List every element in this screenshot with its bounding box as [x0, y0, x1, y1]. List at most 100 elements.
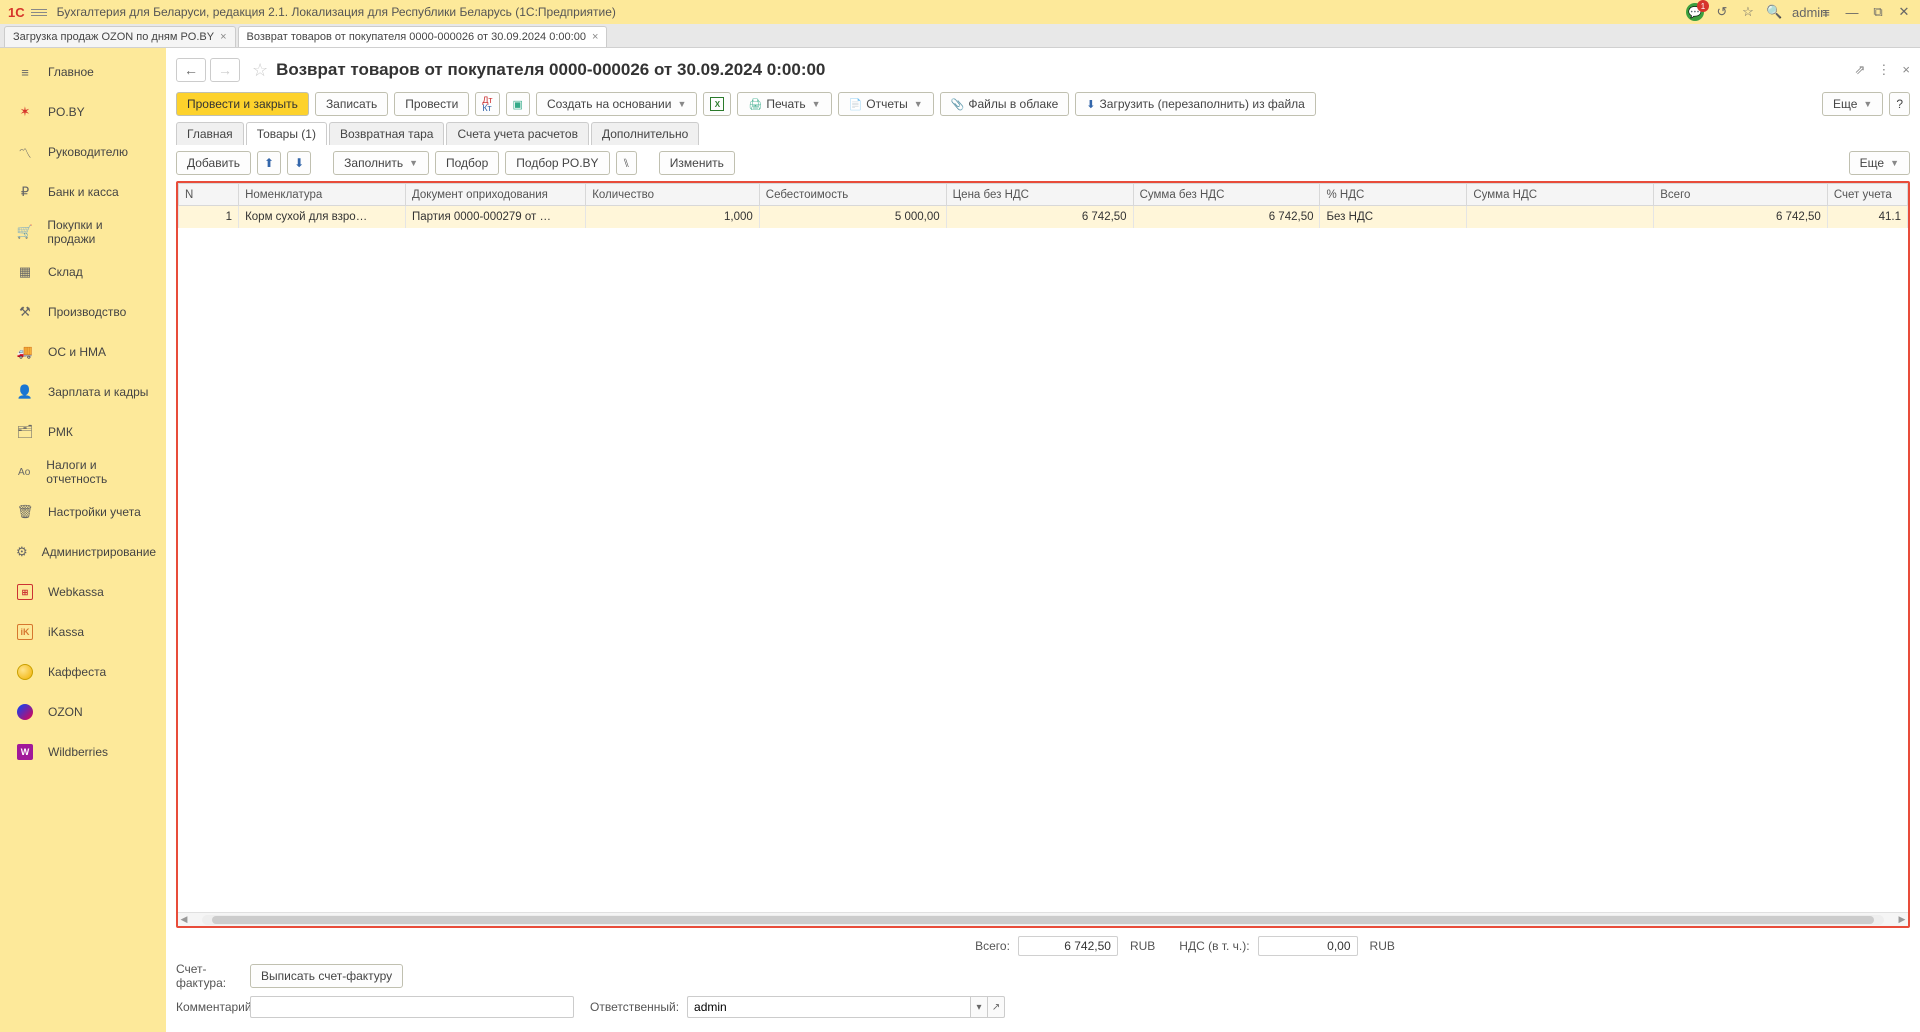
dropdown-icon[interactable]: ▾	[970, 996, 988, 1018]
cloud-files-button[interactable]: 📎Файлы в облаке	[940, 92, 1070, 116]
fill-button[interactable]: Заполнить▼	[333, 151, 429, 175]
cell-vatpct[interactable]: Без НДС	[1320, 206, 1467, 228]
col-price[interactable]: Цена без НДС	[946, 184, 1133, 206]
cell-price[interactable]: 6 742,50	[946, 206, 1133, 228]
sidebar-item-webkassa[interactable]: ⊞Webkassa	[0, 572, 166, 612]
dt-kt-button[interactable]: ДтКт	[475, 92, 499, 116]
post-and-close-button[interactable]: Провести и закрыть	[176, 92, 309, 116]
close-icon[interactable]: ×	[1902, 62, 1910, 78]
pick-button[interactable]: Подбор	[435, 151, 499, 175]
sidebar-item-ozon[interactable]: OZON	[0, 692, 166, 732]
table-empty-area[interactable]	[178, 228, 1908, 913]
more-vertical-icon[interactable]: ⋮	[1877, 62, 1890, 78]
responsible-combo[interactable]: ▾ ↗	[687, 996, 1005, 1018]
document-tab[interactable]: Загрузка продаж OZON по дням PO.BY ×	[4, 26, 236, 47]
col-qty[interactable]: Количество	[586, 184, 760, 206]
cell-total[interactable]: 6 742,50	[1654, 206, 1828, 228]
col-total[interactable]: Всего	[1654, 184, 1828, 206]
close-window-icon[interactable]: ✕	[1896, 4, 1912, 20]
barcode-button[interactable]: ⑊	[616, 151, 637, 175]
close-icon[interactable]: ×	[220, 31, 226, 43]
sidebar-item-warehouse[interactable]: ▦Склад	[0, 252, 166, 292]
post-button[interactable]: Провести	[394, 92, 469, 116]
sidebar-item-assets[interactable]: 🚚ОС и НМА	[0, 332, 166, 372]
print-button[interactable]: 🖨Печать▼	[737, 92, 831, 116]
sidebar-item-sales[interactable]: 🛒Покупки и продажи	[0, 212, 166, 252]
nav-back-button[interactable]: ←	[176, 58, 206, 82]
col-vatpct[interactable]: % НДС	[1320, 184, 1467, 206]
sidebar-item-admin[interactable]: ⚙Администрирование	[0, 532, 166, 572]
sidebar-item-bank[interactable]: ₽Банк и касса	[0, 172, 166, 212]
col-cost[interactable]: Себестоимость	[759, 184, 946, 206]
open-icon[interactable]: ↗	[987, 996, 1005, 1018]
external-link-icon[interactable]: ⇗	[1855, 62, 1866, 78]
reports-button[interactable]: 📄Отчеты▼	[838, 92, 934, 116]
col-doc[interactable]: Документ оприходования	[405, 184, 585, 206]
col-account[interactable]: Счет учета	[1827, 184, 1907, 206]
col-n[interactable]: N	[179, 184, 239, 206]
star-icon[interactable]: ☆	[1740, 4, 1756, 20]
col-vatsum[interactable]: Сумма НДС	[1467, 184, 1654, 206]
document-tab[interactable]: Возврат товаров от покупателя 0000-00002…	[238, 26, 608, 47]
sidebar-item-main[interactable]: ≡Главное	[0, 52, 166, 92]
pick-poby-button[interactable]: Подбор PO.BY	[505, 151, 609, 175]
cell-vatsum[interactable]	[1467, 206, 1654, 228]
load-from-file-button[interactable]: ⬇Загрузить (перезаполнить) из файла	[1075, 92, 1316, 116]
tab-goods[interactable]: Товары (1)	[246, 122, 327, 145]
close-icon[interactable]: ×	[592, 31, 598, 43]
move-up-button[interactable]: ⬆	[257, 151, 281, 175]
maximize-icon[interactable]: ⧉	[1870, 4, 1886, 20]
cell-sum[interactable]: 6 742,50	[1133, 206, 1320, 228]
tab-extra[interactable]: Дополнительно	[591, 122, 699, 145]
scroll-left-icon[interactable]: ◀	[178, 914, 190, 925]
scroll-right-icon[interactable]: ▶	[1896, 914, 1908, 925]
horizontal-scrollbar[interactable]: ◀ ▶	[178, 912, 1908, 926]
add-row-button[interactable]: Добавить	[176, 151, 251, 175]
history-icon[interactable]: ↺	[1714, 4, 1730, 20]
total-label: Всего:	[975, 939, 1010, 953]
sidebar-item-poby[interactable]: ✶PO.BY	[0, 92, 166, 132]
comment-input[interactable]	[250, 996, 574, 1018]
cell-n[interactable]: 1	[179, 206, 239, 228]
tab-main[interactable]: Главная	[176, 122, 244, 145]
responsible-input[interactable]	[687, 996, 971, 1018]
sidebar-item-settings[interactable]: 🗑Настройки учета	[0, 492, 166, 532]
nav-forward-button[interactable]: →	[210, 58, 240, 82]
write-invoice-button[interactable]: Выписать счет-фактуру	[250, 964, 403, 988]
user-label[interactable]: admin	[1792, 5, 1808, 20]
col-sum[interactable]: Сумма без НДС	[1133, 184, 1320, 206]
tab-accounts[interactable]: Счета учета расчетов	[446, 122, 588, 145]
table-more-button[interactable]: Еще▼	[1849, 151, 1910, 175]
edit-button[interactable]: Изменить	[659, 151, 735, 175]
col-nomen[interactable]: Номенклатура	[239, 184, 406, 206]
sidebar-item-manager[interactable]: 〽Руководителю	[0, 132, 166, 172]
sidebar-item-kaffesta[interactable]: Каффеста	[0, 652, 166, 692]
cell-nomen[interactable]: Корм сухой для взро…	[239, 206, 406, 228]
move-down-button[interactable]: ⬇	[287, 151, 311, 175]
create-based-button[interactable]: Создать на основании▼	[536, 92, 697, 116]
sidebar-item-hr[interactable]: 👤Зарплата и кадры	[0, 372, 166, 412]
sidebar-item-ikassa[interactable]: iKiKassa	[0, 612, 166, 652]
sidebar-item-tax[interactable]: АоНалоги и отчетность	[0, 452, 166, 492]
settings-icon[interactable]: ≡	[1818, 5, 1834, 20]
minimize-icon[interactable]: —	[1844, 5, 1860, 20]
excel-button[interactable]: X	[703, 92, 731, 116]
sidebar-item-label: Производство	[48, 305, 126, 319]
cell-account[interactable]: 41.1	[1827, 206, 1907, 228]
cell-doc[interactable]: Партия 0000-000279 от …	[405, 206, 585, 228]
notifications-icon[interactable]: 💬 1	[1686, 3, 1704, 21]
tab-tare[interactable]: Возвратная тара	[329, 122, 445, 145]
help-button[interactable]: ?	[1889, 92, 1910, 116]
structure-button[interactable]: ▣	[506, 92, 530, 116]
search-icon[interactable]: 🔍	[1766, 4, 1782, 20]
cell-qty[interactable]: 1,000	[586, 206, 760, 228]
menu-icon[interactable]	[31, 4, 47, 20]
favorite-toggle[interactable]: ☆	[252, 60, 268, 81]
more-button[interactable]: Еще▼	[1822, 92, 1883, 116]
sidebar-item-rmk[interactable]: 🗂РМК	[0, 412, 166, 452]
write-button[interactable]: Записать	[315, 92, 388, 116]
sidebar-item-production[interactable]: ⚒Производство	[0, 292, 166, 332]
table-row[interactable]: 1 Корм сухой для взро… Партия 0000-00027…	[179, 206, 1908, 228]
cell-cost[interactable]: 5 000,00	[759, 206, 946, 228]
sidebar-item-wildberries[interactable]: WWildberries	[0, 732, 166, 772]
